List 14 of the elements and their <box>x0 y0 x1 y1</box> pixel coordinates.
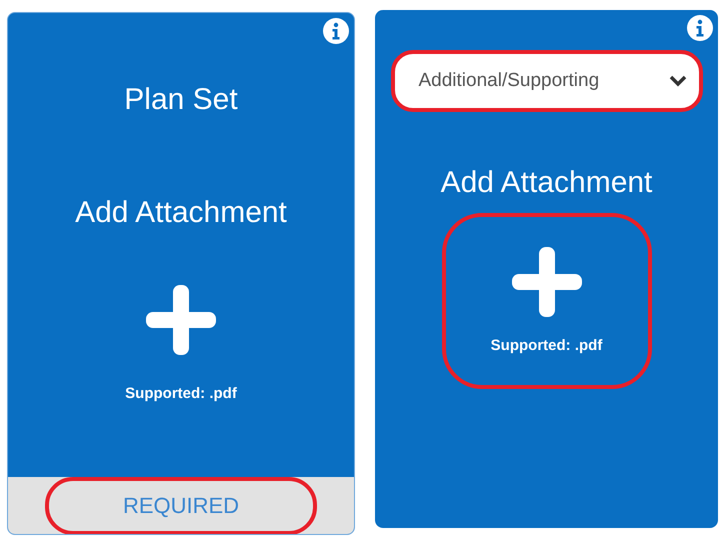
add-attachment-label[interactable]: Add Attachment <box>75 190 287 235</box>
info-icon[interactable] <box>686 14 714 42</box>
card-title: Plan Set <box>124 82 238 118</box>
supported-formats: Supported: .pdf <box>490 336 602 356</box>
chevron-down-icon <box>668 75 686 87</box>
supported-formats: Supported: .pdf <box>125 384 237 404</box>
info-icon[interactable] <box>322 17 350 45</box>
required-label: REQUIRED <box>45 476 317 534</box>
add-attachment-area[interactable]: Supported: .pdf <box>442 213 652 389</box>
select-value: Additional/Supporting <box>418 68 600 93</box>
plus-icon <box>510 244 584 319</box>
document-type-select[interactable]: Additional/Supporting <box>390 50 702 112</box>
plus-icon <box>144 283 218 357</box>
add-attachment-label[interactable]: Add Attachment <box>440 160 652 205</box>
